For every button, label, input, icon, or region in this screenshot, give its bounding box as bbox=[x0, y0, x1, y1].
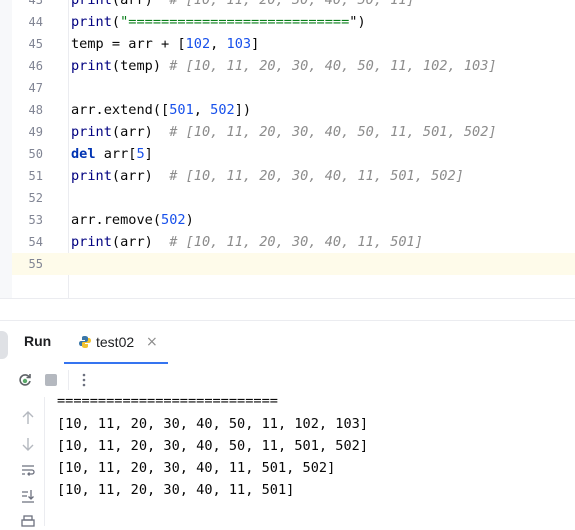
current-code-line[interactable]: 55 bbox=[12, 253, 575, 275]
code-line[interactable]: 49 print(arr) # [10, 11, 20, 30, 40, 50,… bbox=[12, 121, 575, 143]
line-number: 55 bbox=[28, 257, 43, 271]
python-icon bbox=[79, 336, 91, 348]
soft-wrap-icon[interactable] bbox=[20, 462, 36, 478]
line-number: 45 bbox=[28, 37, 43, 51]
arrow-up-icon[interactable] bbox=[20, 410, 36, 426]
print-icon[interactable] bbox=[20, 514, 36, 530]
line-number: 44 bbox=[28, 15, 43, 29]
line-number: 53 bbox=[28, 213, 43, 227]
line-number: 46 bbox=[28, 59, 43, 73]
editor-bottom-area bbox=[0, 298, 575, 321]
code-line[interactable]: 48 arr.extend([501, 502]) bbox=[12, 99, 575, 121]
scroll-to-end-icon[interactable] bbox=[20, 488, 36, 504]
run-tool-window-stripe-button[interactable] bbox=[0, 331, 8, 359]
tab-test02[interactable]: test02 × bbox=[64, 322, 168, 364]
code-line[interactable]: 46 print(temp) # [10, 11, 20, 30, 40, 50… bbox=[12, 55, 575, 77]
code-text: print(temp) # [10, 11, 20, 30, 40, 50, 1… bbox=[71, 58, 497, 74]
code-text: print(arr) # [10, 11, 20, 30, 40, 50, 11… bbox=[71, 124, 497, 140]
code-text: print(arr) # [10, 11, 20, 30, 40, 50, 11… bbox=[71, 0, 415, 8]
close-icon[interactable]: × bbox=[146, 334, 158, 350]
code-text: temp = arr + [102, 103] bbox=[71, 36, 260, 52]
code-line[interactable]: 51 print(arr) # [10, 11, 20, 30, 40, 11,… bbox=[12, 165, 575, 187]
console-output-line: [10, 11, 20, 30, 40, 50, 11, 501, 502] bbox=[57, 438, 368, 454]
line-number: 52 bbox=[28, 191, 43, 205]
line-number: 43 bbox=[28, 0, 43, 7]
console-output-line: =========================== bbox=[57, 393, 278, 409]
code-line[interactable]: 44 print("===========================") bbox=[12, 11, 575, 33]
console-output-line: [10, 11, 20, 30, 40, 11, 501, 502] bbox=[57, 460, 336, 476]
tab-label: test02 bbox=[96, 334, 135, 350]
code-line[interactable]: 52 bbox=[12, 187, 575, 209]
line-number: 48 bbox=[28, 103, 43, 117]
more-options-icon[interactable] bbox=[78, 372, 90, 388]
run-panel-title: Run bbox=[24, 333, 52, 349]
code-text: del arr[5] bbox=[71, 146, 153, 162]
line-number: 54 bbox=[28, 235, 43, 249]
code-line[interactable]: 50 del arr[5] bbox=[12, 143, 575, 165]
toolbar-divider bbox=[68, 370, 69, 390]
code-line[interactable]: 47 bbox=[12, 77, 575, 99]
arrow-down-icon[interactable] bbox=[20, 436, 36, 452]
code-line[interactable]: 53 arr.remove(502) bbox=[12, 209, 575, 231]
code-text: print("===========================") bbox=[71, 14, 366, 30]
line-number: 50 bbox=[28, 147, 43, 161]
console-output-line: [10, 11, 20, 30, 40, 50, 11, 102, 103] bbox=[57, 416, 368, 432]
code-text: print(arr) # [10, 11, 20, 30, 40, 11, 50… bbox=[71, 234, 423, 250]
code-line[interactable]: 43 print(arr) # [10, 11, 20, 30, 40, 50,… bbox=[12, 0, 575, 11]
code-text: arr.extend([501, 502]) bbox=[71, 102, 252, 118]
code-text: arr.remove(502) bbox=[71, 212, 194, 228]
line-number: 49 bbox=[28, 125, 43, 139]
line-number: 47 bbox=[28, 81, 43, 95]
console-output-line: [10, 11, 20, 30, 40, 11, 501] bbox=[57, 482, 295, 498]
line-number: 51 bbox=[28, 169, 43, 183]
stop-icon[interactable] bbox=[45, 374, 57, 386]
code-line[interactable]: 45 temp = arr + [102, 103] bbox=[12, 33, 575, 55]
code-text: print(arr) # [10, 11, 20, 30, 40, 11, 50… bbox=[71, 168, 464, 184]
code-line[interactable]: 54 print(arr) # [10, 11, 20, 30, 40, 11,… bbox=[12, 231, 575, 253]
code-editor[interactable]: 43 print(arr) # [10, 11, 20, 30, 40, 50,… bbox=[0, 0, 575, 298]
rerun-icon[interactable] bbox=[17, 372, 33, 388]
